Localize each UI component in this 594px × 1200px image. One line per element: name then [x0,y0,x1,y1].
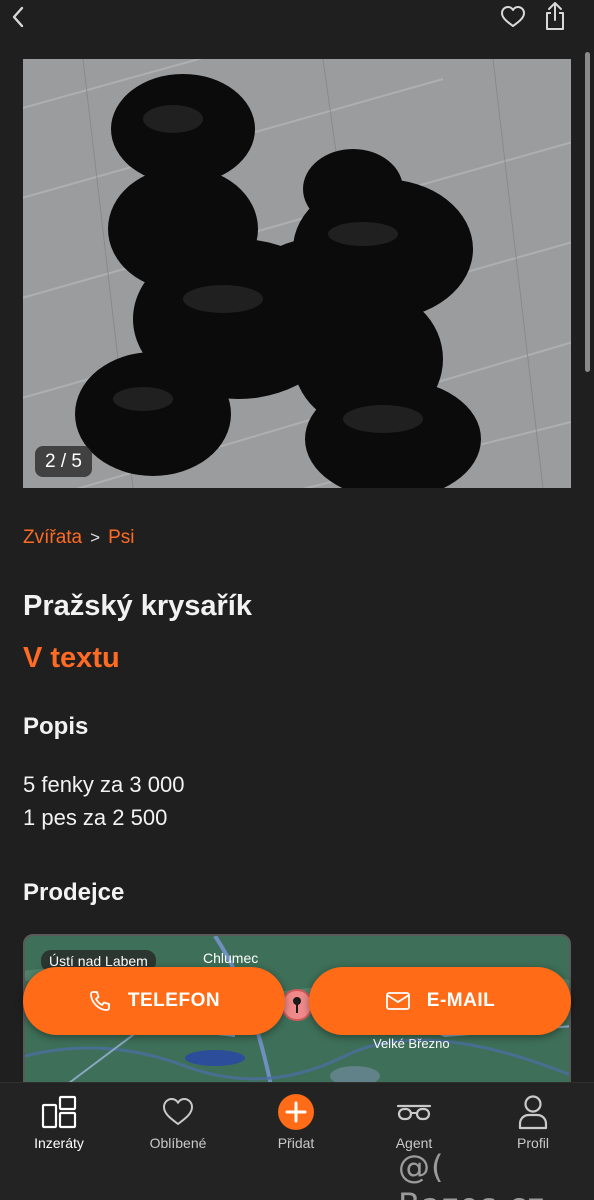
heart-icon [501,6,525,27]
listing-price: V textu [23,642,120,674]
seller-heading: Prodejce [23,879,125,906]
map-label-velke-brezno: Velké Březno [373,1036,450,1051]
phone-icon [90,991,110,1011]
photo-counter: 2 / 5 [35,446,92,477]
description-line: 1 pes za 2 500 [23,805,168,830]
share-icon [546,2,564,30]
email-button[interactable]: E-MAIL [309,967,571,1035]
email-button-label: E-MAIL [426,990,496,1011]
map-pin-icon [281,989,313,1021]
listings-icon [41,1095,77,1129]
description-line: 5 fenky za 3 000 [23,772,185,797]
map-label-chlumec: Chlumec [203,950,259,966]
share-button[interactable] [539,0,571,32]
top-bar [0,0,594,38]
tab-label: Inzeráty [34,1135,84,1151]
tab-pridat[interactable]: Přidat [241,1093,351,1157]
favorite-button[interactable] [498,3,528,31]
breadcrumb: Zvířata > Psi [23,525,134,551]
breadcrumb-separator: > [90,528,101,547]
tab-inzeraty[interactable]: Inzeráty [4,1093,114,1157]
tab-label: Přidat [277,1135,315,1151]
back-button[interactable] [4,2,32,32]
heart-icon [163,1098,193,1125]
plus-circle-icon [278,1094,314,1130]
phone-button-label: TELEFON [127,990,221,1011]
scroll-indicator[interactable] [585,52,590,372]
listing-title: Pražský krysařík [23,590,252,622]
tab-label: Oblíbené [149,1135,207,1151]
phone-button[interactable]: TELEFON [23,967,285,1035]
puppies-photo [23,59,571,488]
breadcrumb-item-zvirata[interactable]: Zvířata [23,527,82,549]
breadcrumb-item-psi[interactable]: Psi [108,527,134,549]
glasses-icon [396,1104,432,1121]
mail-icon [385,992,410,1010]
bazos-watermark: @( Bazos.cz [398,1148,544,1200]
listing-photo[interactable] [23,59,571,488]
description-heading: Popis [23,713,89,740]
person-icon [518,1095,548,1130]
chevron-left-icon [12,6,24,28]
description-text: 5 fenky za 3 000 1 pes za 2 500 [23,768,184,834]
tab-oblibene[interactable]: Oblíbené [123,1093,233,1157]
